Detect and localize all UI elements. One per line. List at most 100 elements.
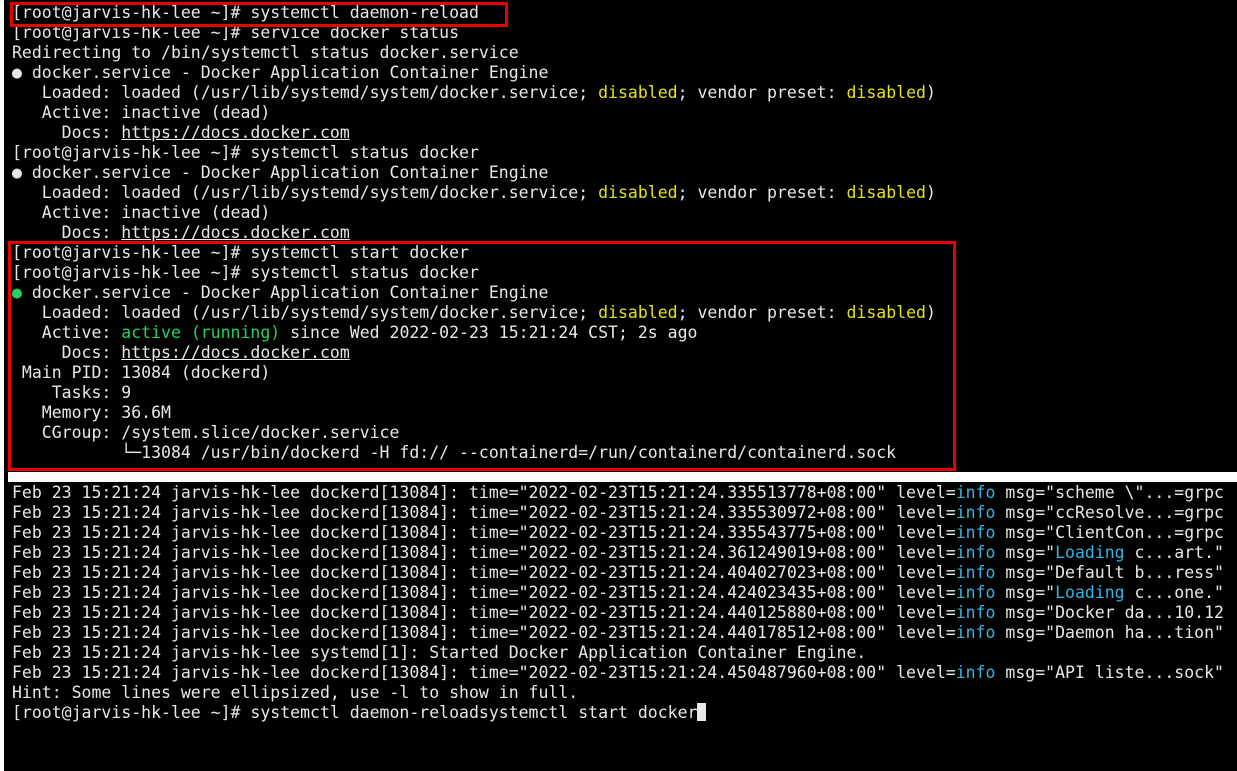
terminal-text: info xyxy=(955,503,996,522)
terminal-text: Active: xyxy=(12,323,122,342)
terminal-text: Hint: Some lines were ellipsized, use -l… xyxy=(12,683,579,702)
terminal-line: Loaded: loaded (/usr/lib/systemd/system/… xyxy=(12,83,936,103)
terminal-text: disabled xyxy=(846,183,926,202)
terminal-text: [root@jarvis-hk-lee ~]# systemctl daemon… xyxy=(12,3,479,22)
terminal-text: Tasks: 9 xyxy=(12,383,132,402)
terminal-text: Redirecting to /bin/systemctl status doc… xyxy=(12,43,519,62)
terminal-text: Feb 23 15:21:24 jarvis-hk-lee dockerd[13… xyxy=(12,623,956,642)
terminal-line: └─13084 /usr/bin/dockerd -H fd:// --cont… xyxy=(12,443,896,463)
terminal-line: [root@jarvis-hk-lee ~]# service docker s… xyxy=(12,23,459,43)
terminal-line: ● docker.service - Docker Application Co… xyxy=(12,163,548,183)
terminal-text: Docs: xyxy=(12,123,122,142)
terminal-line: Feb 23 15:21:24 jarvis-hk-lee dockerd[13… xyxy=(12,483,1224,503)
terminal-line: Docs: https://docs.docker.com xyxy=(12,343,350,363)
terminal-text: msg="Daemon ha...tion" xyxy=(995,623,1224,642)
terminal-text: info xyxy=(955,543,996,562)
terminal-text: Loading xyxy=(1055,583,1125,602)
terminal-text: Memory: 36.6M xyxy=(12,403,171,422)
terminal-text: ; vendor preset: xyxy=(677,303,847,322)
terminal-line: Active: inactive (dead) xyxy=(12,103,270,123)
terminal-text: disabled xyxy=(846,303,926,322)
text-cursor[interactable] xyxy=(697,703,707,721)
terminal-text: CGroup: /system.slice/docker.service xyxy=(12,423,400,442)
terminal-text: c...art." xyxy=(1124,543,1224,562)
terminal-text: Main PID: 13084 (dockerd) xyxy=(12,363,271,382)
terminal-text: Docs: xyxy=(12,343,122,362)
terminal-text: Feb 23 15:21:24 jarvis-hk-lee dockerd[13… xyxy=(12,543,956,562)
terminal-text: since Wed 2022-02-23 15:21:24 CST; 2s ag… xyxy=(280,323,698,342)
terminal-text: [root@jarvis-hk-lee ~]# systemctl daemon… xyxy=(12,703,698,722)
terminal-text: msg="Default b...ress" xyxy=(995,563,1224,582)
terminal-text: └─13084 /usr/bin/dockerd -H fd:// --cont… xyxy=(12,443,897,462)
terminal-text: info xyxy=(955,483,996,502)
terminal-text: Feb 23 15:21:24 jarvis-hk-lee dockerd[13… xyxy=(12,483,956,502)
terminal-line: Feb 23 15:21:24 jarvis-hk-lee dockerd[13… xyxy=(12,603,1224,623)
terminal-line: CGroup: /system.slice/docker.service xyxy=(12,423,400,443)
terminal-text: disabled xyxy=(598,183,678,202)
terminal-text: ) xyxy=(925,183,936,202)
docs-link[interactable]: https://docs.docker.com xyxy=(121,223,349,242)
terminal-line: Feb 23 15:21:24 jarvis-hk-lee dockerd[13… xyxy=(12,543,1224,563)
terminal-text: msg="scheme \"...=grpc xyxy=(995,483,1224,502)
terminal-text: Feb 23 15:21:24 jarvis-hk-lee dockerd[13… xyxy=(12,663,956,682)
terminal-text: Feb 23 15:21:24 jarvis-hk-lee dockerd[13… xyxy=(12,563,956,582)
terminal-text: ; vendor preset: xyxy=(677,83,847,102)
terminal-text: [root@jarvis-hk-lee ~]# systemctl start … xyxy=(12,243,469,262)
terminal-line: Loaded: loaded (/usr/lib/systemd/system/… xyxy=(12,183,936,203)
terminal-line: Feb 23 15:21:24 jarvis-hk-lee systemd[1]… xyxy=(12,643,866,663)
terminal-text: c...one." xyxy=(1124,583,1224,602)
terminal-text: disabled xyxy=(846,83,926,102)
terminal-text: msg="ClientCon...=grpc xyxy=(995,523,1224,542)
terminal-text: Feb 23 15:21:24 jarvis-hk-lee dockerd[13… xyxy=(12,503,956,522)
terminal-line: Loaded: loaded (/usr/lib/systemd/system/… xyxy=(12,303,936,323)
docs-link[interactable]: https://docs.docker.com xyxy=(121,123,349,142)
terminal-text: info xyxy=(955,563,996,582)
terminal-line: Tasks: 9 xyxy=(12,383,131,403)
terminal-text: Active: inactive (dead) xyxy=(12,203,271,222)
terminal-text: Loaded: loaded (/usr/lib/systemd/system/… xyxy=(12,83,599,102)
terminal-text: ) xyxy=(925,83,936,102)
terminal-line: [root@jarvis-hk-lee ~]# systemctl daemon… xyxy=(12,703,707,723)
terminal-text: ● docker.service - Docker Application Co… xyxy=(12,163,549,182)
terminal-line: Feb 23 15:21:24 jarvis-hk-lee dockerd[13… xyxy=(12,663,1224,683)
terminal-text: active (running) xyxy=(121,323,281,342)
terminal-line: Redirecting to /bin/systemctl status doc… xyxy=(12,43,519,63)
terminal-line: Docs: https://docs.docker.com xyxy=(12,123,350,143)
terminal-text: Docs: xyxy=(12,223,122,242)
terminal-text: ● docker.service - Docker Application Co… xyxy=(12,63,549,82)
terminal-window[interactable]: [root@jarvis-hk-lee ~]# systemctl daemon… xyxy=(0,0,1237,771)
terminal-text: Loading xyxy=(1055,543,1125,562)
terminal-text: Active: inactive (dead) xyxy=(12,103,271,122)
docs-link[interactable]: https://docs.docker.com xyxy=(121,343,349,362)
terminal-text: msg="API liste...sock" xyxy=(995,663,1224,682)
terminal-line: Main PID: 13084 (dockerd) xyxy=(12,363,270,383)
terminal-text: msg="ccResolve...=grpc xyxy=(995,503,1224,522)
terminal-text: Feb 23 15:21:24 jarvis-hk-lee dockerd[13… xyxy=(12,603,956,622)
terminal-text: Feb 23 15:21:24 jarvis-hk-lee dockerd[13… xyxy=(12,523,956,542)
terminal-text: ) xyxy=(925,303,936,322)
terminal-line: [root@jarvis-hk-lee ~]# systemctl status… xyxy=(12,143,479,163)
terminal-text: [root@jarvis-hk-lee ~]# systemctl status… xyxy=(12,263,479,282)
terminal-text: Feb 23 15:21:24 jarvis-hk-lee dockerd[13… xyxy=(12,583,956,602)
terminal-line: ● docker.service - Docker Application Co… xyxy=(12,63,548,83)
terminal-text: info xyxy=(955,523,996,542)
terminal-line: [root@jarvis-hk-lee ~]# systemctl daemon… xyxy=(12,3,479,23)
terminal-text: msg="Docker da...10.12 xyxy=(995,603,1224,622)
terminal-line: Feb 23 15:21:24 jarvis-hk-lee dockerd[13… xyxy=(12,523,1224,543)
terminal-line: Active: inactive (dead) xyxy=(12,203,270,223)
terminal-line: Docs: https://docs.docker.com xyxy=(12,223,350,243)
screenshot-gap-strip xyxy=(8,472,1237,482)
terminal-text: disabled xyxy=(598,83,678,102)
terminal-text: msg=" xyxy=(995,543,1056,562)
terminal-line: [root@jarvis-hk-lee ~]# systemctl status… xyxy=(12,263,479,283)
terminal-line: Feb 23 15:21:24 jarvis-hk-lee dockerd[13… xyxy=(12,503,1224,523)
terminal-text: docker.service - Docker Application Cont… xyxy=(21,283,549,302)
terminal-text: disabled xyxy=(598,303,678,322)
terminal-text: ● xyxy=(12,283,22,302)
terminal-line: Feb 23 15:21:24 jarvis-hk-lee dockerd[13… xyxy=(12,563,1224,583)
terminal-line: ● docker.service - Docker Application Co… xyxy=(12,283,548,303)
terminal-text: [root@jarvis-hk-lee ~]# service docker s… xyxy=(12,23,460,42)
terminal-text: Loaded: loaded (/usr/lib/systemd/system/… xyxy=(12,183,599,202)
terminal-line: Hint: Some lines were ellipsized, use -l… xyxy=(12,683,578,703)
terminal-text: [root@jarvis-hk-lee ~]# systemctl status… xyxy=(12,143,479,162)
